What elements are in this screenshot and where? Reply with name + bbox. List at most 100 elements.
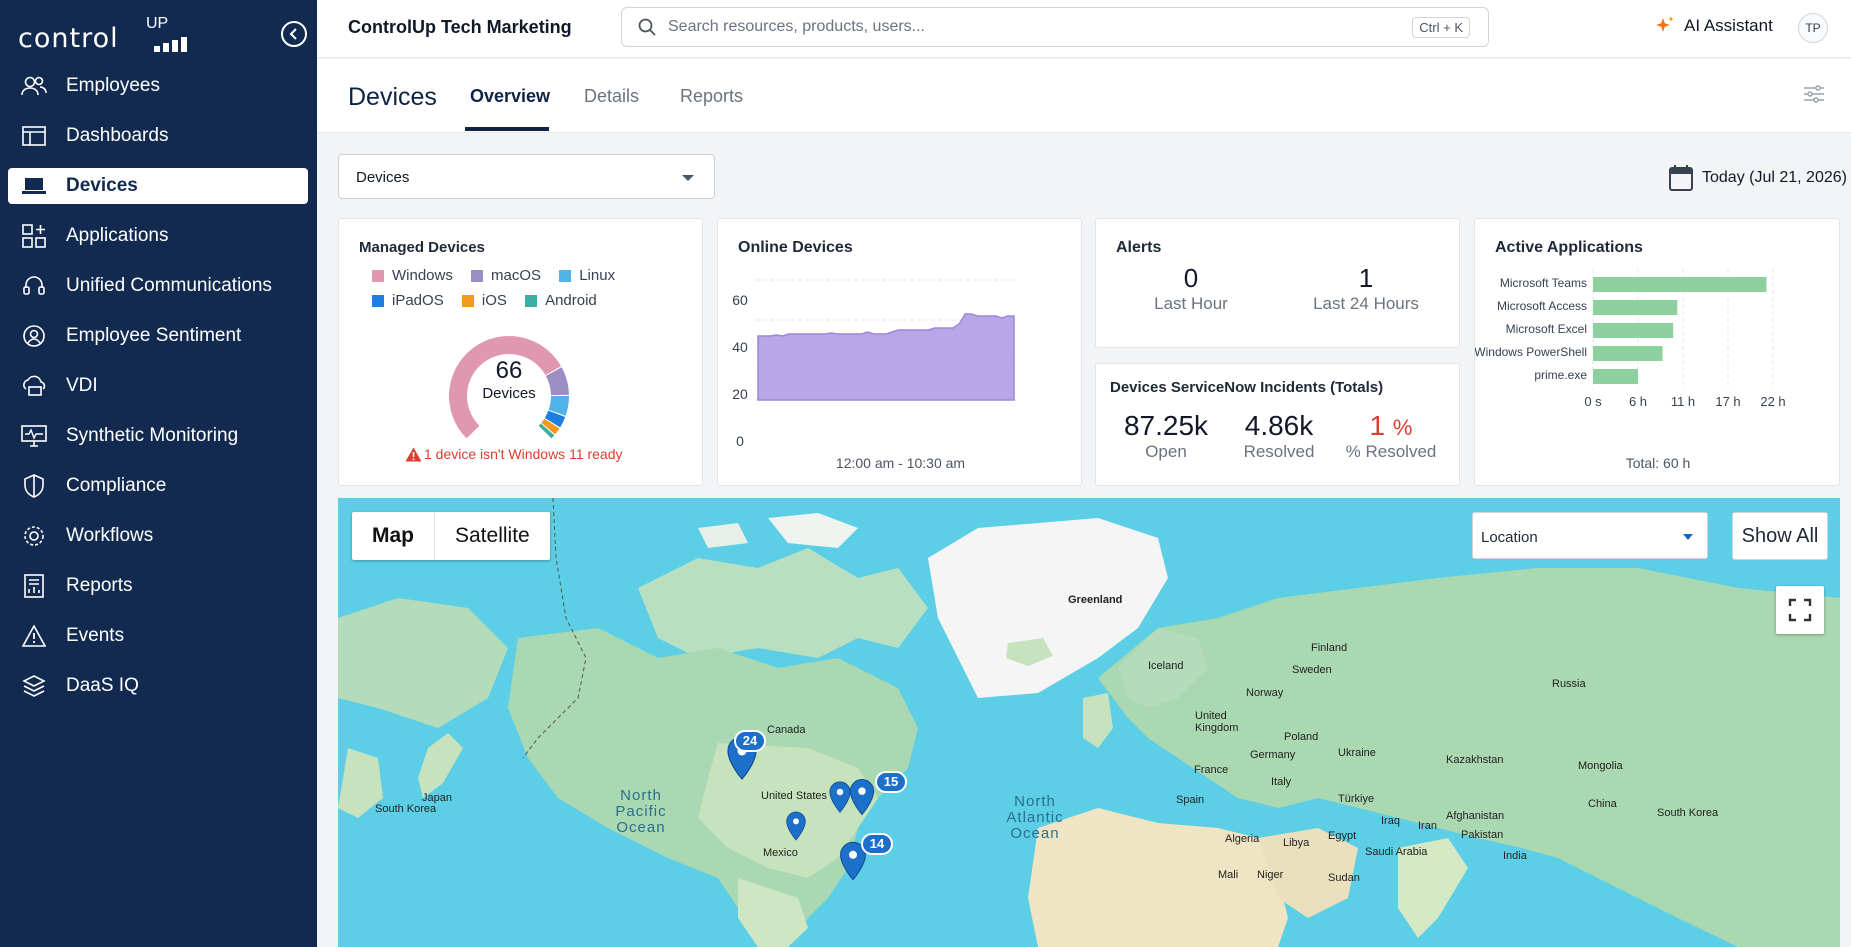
map-marker[interactable] <box>827 780 853 819</box>
legend-item-ipados[interactable]: iPadOS <box>372 292 444 309</box>
show-all-button[interactable]: Show All <box>1732 512 1828 560</box>
map-label-russia: Russia <box>1552 678 1586 690</box>
map-type-toggle[interactable]: Map Satellite <box>352 512 550 560</box>
sidebar-item-vdi[interactable]: VDI <box>8 368 308 404</box>
tab-overview[interactable]: Overview <box>470 86 550 107</box>
x-tick-label: 0 s <box>1584 394 1602 409</box>
map-label-iraq: Iraq <box>1381 815 1400 827</box>
online-devices-area[interactable] <box>757 313 1015 401</box>
bar-label: Microsoft Excel <box>1506 322 1587 336</box>
legend-item-ios[interactable]: iOS <box>461 292 507 309</box>
satellite-button[interactable]: Satellite <box>435 512 550 560</box>
world-map[interactable] <box>338 498 1840 947</box>
bar-label: Microsoft Teams <box>1500 276 1587 290</box>
ai-assistant-button[interactable]: AI Assistant <box>1654 15 1773 37</box>
map-cluster-count[interactable]: 15 <box>875 771 907 793</box>
sidebar-item-unified-communications[interactable]: Unified Communications <box>8 268 308 304</box>
device-type-select[interactable]: Devices <box>338 154 715 199</box>
map-pin-icon <box>829 781 851 813</box>
map-label-saudi-arabia: Saudi Arabia <box>1365 846 1428 858</box>
date-picker[interactable]: Today (Jul 21, 2026) <box>1668 164 1847 192</box>
map-label-china: China <box>1588 798 1617 810</box>
sidebar-item-label: Employee Sentiment <box>66 325 242 346</box>
avatar[interactable]: TP <box>1798 13 1828 43</box>
map-label-mali: Mali <box>1218 869 1239 881</box>
fullscreen-button[interactable] <box>1776 586 1824 634</box>
bar-microsoft-teams[interactable] <box>1593 277 1767 292</box>
layers-icon <box>20 672 48 700</box>
sidebar-item-label: VDI <box>66 375 98 396</box>
sidebar-item-label: Devices <box>66 175 138 196</box>
devices-map[interactable]: Map Satellite Location Show All Greenlan… <box>338 498 1840 947</box>
online-devices-card[interactable]: Online Devices 60 40 20 0 12:00 am - 10:… <box>717 218 1082 486</box>
location-select[interactable]: Location <box>1472 512 1708 559</box>
map-label-greenland: Greenland <box>1068 594 1123 606</box>
bar-microsoft-access[interactable] <box>1593 300 1678 315</box>
caret-down-icon <box>682 175 694 181</box>
map-label-turkiye: Türkiye <box>1338 793 1375 805</box>
search-bar[interactable]: Ctrl + K <box>621 7 1489 47</box>
collapse-sidebar-button[interactable] <box>281 21 307 47</box>
laptop-icon <box>20 172 48 200</box>
active-applications-card[interactable]: Active Applications 0 s 6 h 11 h 17 h 22 h Mi… <box>1474 218 1840 486</box>
y-tick-label: 60 <box>732 292 748 308</box>
map-cluster-count[interactable]: 14 <box>861 833 893 855</box>
sidebar-item-workflows[interactable]: Workflows <box>8 518 308 554</box>
search-shortcut: Ctrl + K <box>1412 17 1470 38</box>
alert-last-24h-label: Last 24 Hours <box>1313 294 1419 313</box>
sidebar-item-synthetic-monitoring[interactable]: Synthetic Monitoring <box>8 418 308 454</box>
legend-item-linux[interactable]: Linux <box>559 267 615 284</box>
map-label-mexico: Mexico <box>763 847 798 859</box>
legend-item-android[interactable]: Android <box>525 292 597 309</box>
search-input[interactable] <box>668 18 1428 36</box>
legend-item-windows[interactable]: Windows <box>372 267 453 284</box>
bar-label: Microsoft Access <box>1497 299 1587 313</box>
map-cluster-count[interactable]: 24 <box>734 730 766 752</box>
bar-label: prime.exe <box>1534 368 1587 382</box>
map-button[interactable]: Map <box>352 512 435 560</box>
vdi-icon <box>20 372 48 400</box>
tab-details[interactable]: Details <box>584 86 639 107</box>
alert-last-24h[interactable]: 1 Last 24 Hours <box>1286 263 1446 314</box>
map-label-italy: Italy <box>1271 776 1292 788</box>
windows11-warning[interactable]: 1 device isn't Windows 11 ready <box>405 446 623 462</box>
alert-last-hour[interactable]: 0 Last Hour <box>1136 263 1246 314</box>
alerts-card[interactable]: Alerts 0 Last Hour 1 Last 24 Hours <box>1095 218 1460 348</box>
org-name[interactable]: ControlUp Tech Marketing <box>348 17 572 38</box>
map-label-finland: Finland <box>1311 642 1348 654</box>
tab-reports[interactable]: Reports <box>680 86 743 107</box>
controlup-logo[interactable]: control UP <box>18 15 188 54</box>
online-devices-chart[interactable]: 60 40 20 0 <box>718 259 1083 449</box>
servicenow-resolved-label: Resolved <box>1243 442 1315 461</box>
map-label-egypt: Egypt <box>1328 830 1357 842</box>
alert-last-hour-value: 0 <box>1183 263 1199 293</box>
sidebar-item-employee-sentiment[interactable]: Employee Sentiment <box>8 318 308 354</box>
bar-microsoft-excel[interactable] <box>1593 323 1674 338</box>
sidebar-item-reports[interactable]: Reports <box>8 568 308 604</box>
managed-devices-card[interactable]: Managed Devices Windows macOS Linux iPad… <box>338 218 703 486</box>
bar-prime-exe[interactable] <box>1593 369 1638 384</box>
percent-sign: % <box>1392 415 1413 440</box>
logo-text: control <box>18 23 119 54</box>
servicenow-incidents-card[interactable]: Devices ServiceNow Incidents (Totals) 87… <box>1095 363 1460 486</box>
x-tick-label: 22 h <box>1760 394 1785 409</box>
bar-windows-powershell[interactable] <box>1593 346 1663 361</box>
sidebar-item-compliance[interactable]: Compliance <box>8 468 308 504</box>
sidebar-item-applications[interactable]: Applications <box>8 218 308 254</box>
sidebar-item-label: Events <box>66 625 125 646</box>
sidebar-item-dashboards[interactable]: Dashboards <box>8 118 308 154</box>
sidebar-item-employees[interactable]: Employees <box>8 68 308 104</box>
sidebar-item-events[interactable]: Events <box>8 618 308 654</box>
monitor-icon <box>20 422 48 450</box>
map-marker[interactable] <box>784 810 808 847</box>
servicenow-open-value: 87.25k <box>1123 410 1209 441</box>
legend-item-macos[interactable]: macOS <box>471 267 541 284</box>
apps-icon <box>20 222 48 250</box>
sliders-icon[interactable] <box>1803 85 1825 103</box>
map-label-south-korea-right: South Korea <box>1657 807 1719 819</box>
sidebar-item-devices[interactable]: Devices <box>8 168 308 204</box>
active-applications-chart[interactable]: 0 s 6 h 11 h 17 h 22 h Microsoft Teams Microso… <box>1475 269 1841 459</box>
sidebar-item-daas-iq[interactable]: DaaS IQ <box>8 668 308 704</box>
y-tick-label: 40 <box>732 339 748 355</box>
map-label-norway: Norway <box>1246 687 1284 699</box>
